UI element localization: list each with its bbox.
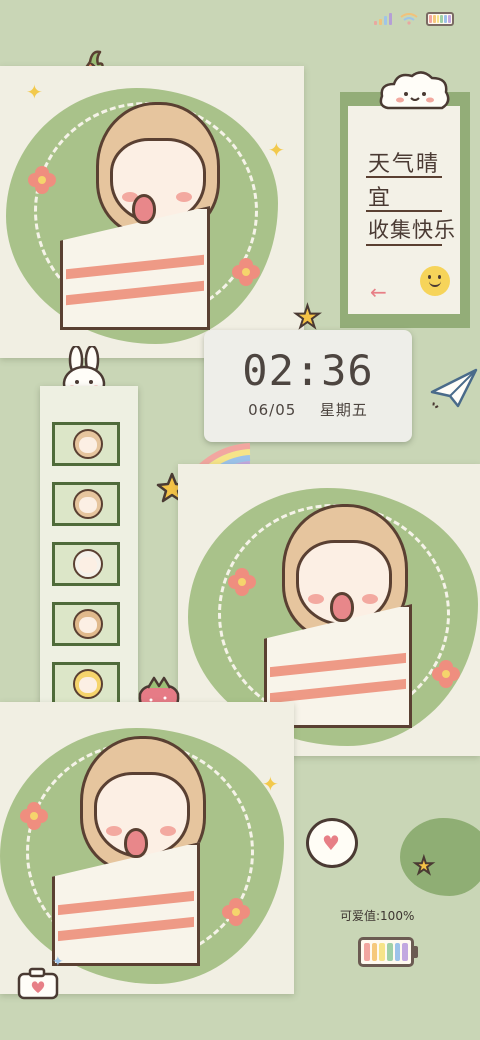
camera-icon: [17, 967, 59, 1000]
battery-tip: [414, 946, 418, 958]
sparkle-icon: ✦: [268, 138, 285, 162]
sparkle-icon: ✦: [52, 954, 64, 970]
lovely-battery-icon: [358, 937, 414, 967]
photo-card-top: [0, 66, 304, 358]
photo-film-strip: [40, 386, 138, 706]
sparkle-icon: ✦: [26, 80, 43, 104]
star-icon: ★: [413, 853, 435, 880]
clock-date: 06/05: [248, 401, 297, 419]
smiley-face-icon: [420, 266, 450, 296]
lovely-value: 100%: [380, 909, 415, 923]
cloud-face-icon: [379, 71, 450, 110]
clock-date-row: 06/05 星期五: [204, 399, 412, 420]
clock-widget[interactable]: 02:36 06/05 星期五: [204, 330, 412, 442]
lovely-label: 可爱值:: [340, 909, 381, 923]
rainbow-battery-icon: [426, 12, 454, 26]
memo-suitable: 宜: [368, 186, 393, 211]
clock-weekday: 星期五: [319, 401, 368, 419]
heart-speech-bubble-icon: ♥: [306, 818, 358, 868]
film-frame[interactable]: [52, 422, 120, 466]
photo-card-bottom: [0, 702, 294, 994]
memo-weather: 天气晴: [368, 152, 441, 177]
signal-bars-icon: [374, 13, 392, 25]
clock-time: 02:36: [242, 346, 374, 395]
film-frame[interactable]: [52, 602, 120, 646]
memo-note: 天气晴 宜 收集快乐 ←: [348, 106, 460, 314]
memo-collect-happiness: 收集快乐: [368, 218, 456, 242]
film-frame[interactable]: [52, 542, 120, 586]
lovely-value-label: 可爱值:100%: [340, 907, 414, 924]
status-bar: [374, 12, 454, 26]
memo-arrow-icon: ←: [370, 280, 387, 304]
film-frame[interactable]: [52, 482, 120, 526]
wifi-icon: [400, 13, 418, 25]
film-frame[interactable]: [52, 662, 120, 706]
paper-plane-icon: [430, 368, 478, 409]
green-bush-decoration: [400, 818, 480, 896]
sparkle-icon: ✦: [262, 772, 279, 796]
